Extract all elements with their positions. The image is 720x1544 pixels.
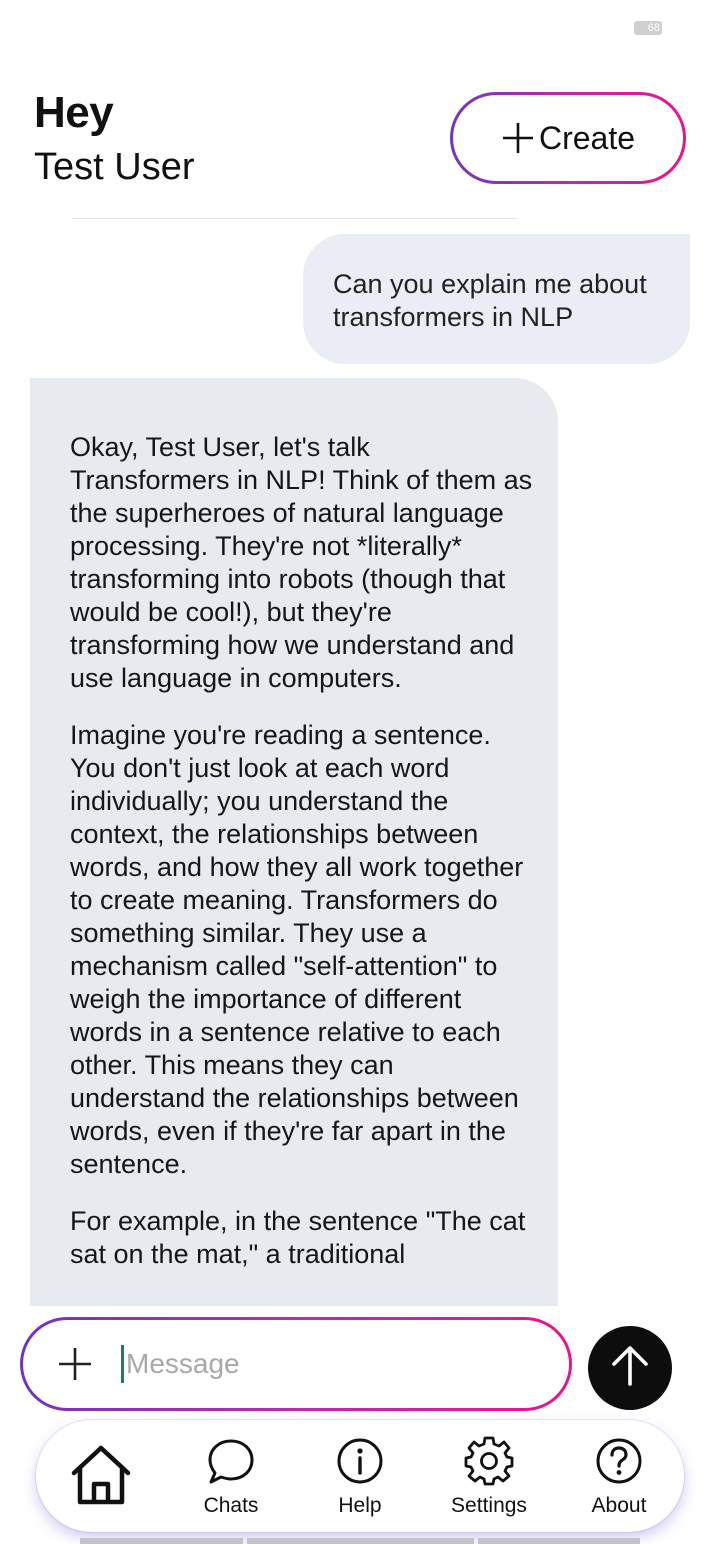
create-button[interactable]: Create — [450, 92, 686, 184]
user-message-bubble: Can you explain me about transformers in… — [303, 234, 690, 364]
chat-bubble-icon — [207, 1438, 255, 1491]
greeting-title: Hey — [34, 88, 114, 137]
ai-paragraph: Imagine you're reading a sentence. You d… — [70, 720, 524, 1179]
home-indicator-segment — [247, 1538, 474, 1544]
user-message-text: Can you explain me about transformers in… — [333, 269, 647, 332]
battery-indicator: 68 — [634, 21, 662, 35]
info-icon — [336, 1437, 384, 1490]
composer-inner — [23, 1320, 569, 1408]
send-button[interactable] — [588, 1326, 672, 1410]
gear-icon — [464, 1436, 514, 1491]
question-icon — [595, 1437, 643, 1490]
nav-label-chats: Chats — [203, 1494, 259, 1517]
nav-item-settings[interactable]: Settings — [444, 1420, 534, 1532]
nav-label-settings: Settings — [451, 1494, 527, 1517]
bottom-navigation: Chats Help Settings About — [36, 1420, 684, 1532]
ai-response-bubble: Okay, Test User, let's talk Transformers… — [30, 378, 558, 1306]
nav-item-about[interactable]: About — [574, 1420, 664, 1532]
plus-icon — [501, 121, 535, 155]
create-button-inner[interactable]: Create — [453, 95, 683, 181]
home-indicator-segment — [80, 1538, 243, 1544]
ai-paragraph: Okay, Test User, let's talk Transformers… — [70, 432, 533, 693]
user-name: Test User — [34, 146, 195, 188]
nav-label-help: Help — [338, 1494, 382, 1517]
header-divider — [72, 218, 516, 219]
create-button-label: Create — [538, 119, 636, 156]
message-composer — [20, 1317, 572, 1411]
home-icon — [71, 1444, 131, 1511]
attach-plus-icon[interactable] — [57, 1346, 93, 1382]
chat-screen: 68 Hey Test User Create Can you explain … — [0, 0, 720, 1544]
home-indicator-segment — [478, 1538, 640, 1544]
ai-paragraph: For example, in the sentence "The cat sa… — [70, 1206, 526, 1269]
nav-item-chats[interactable]: Chats — [186, 1420, 276, 1532]
nav-item-help[interactable]: Help — [315, 1420, 405, 1532]
arrow-up-icon — [608, 1344, 652, 1393]
text-cursor — [121, 1345, 124, 1383]
nav-item-home[interactable] — [56, 1420, 146, 1532]
message-input[interactable] — [126, 1348, 506, 1380]
nav-label-about: About — [591, 1494, 647, 1517]
